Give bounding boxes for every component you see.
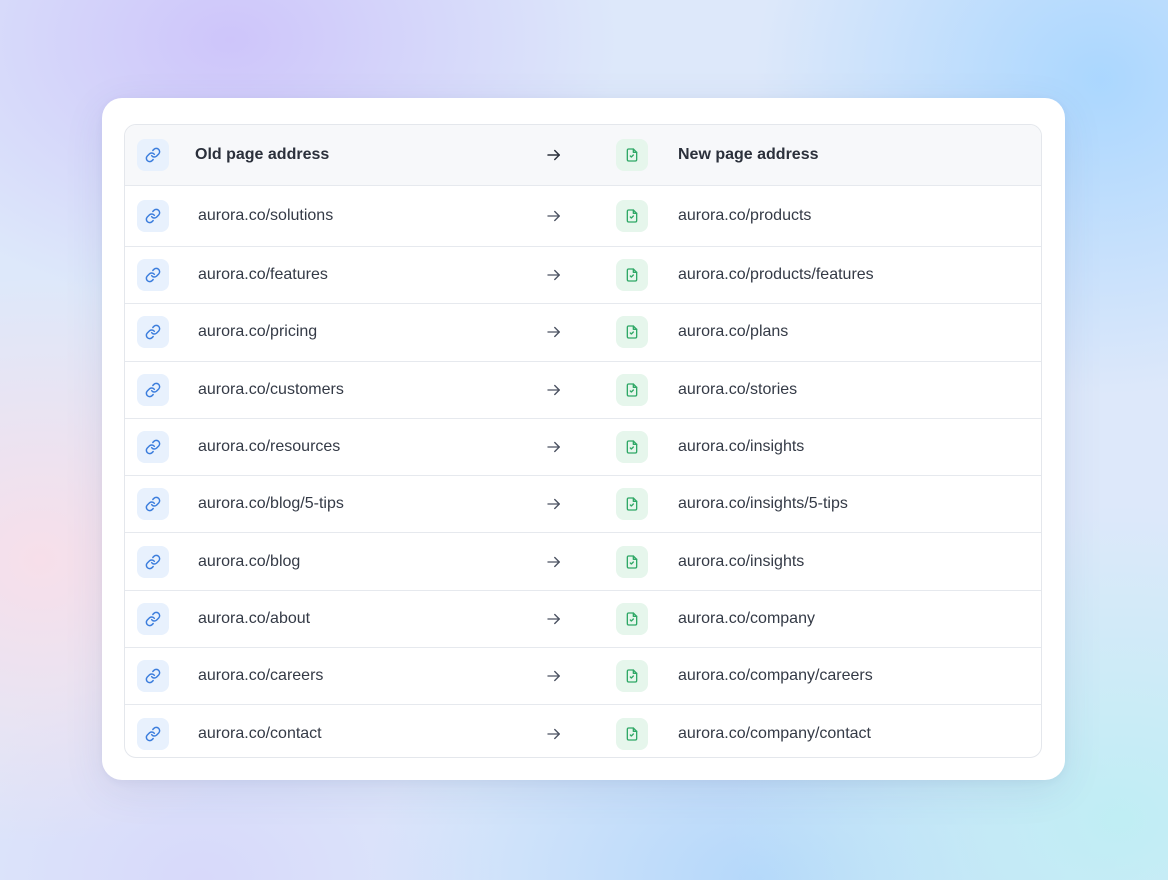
table-row[interactable]: aurora.co/contact aurora.co/company/cont…: [125, 705, 1041, 757]
link-icon: [137, 200, 169, 232]
header-old-address: Old page address: [195, 146, 330, 163]
header-new-address: New page address: [678, 146, 819, 163]
link-icon: [137, 139, 169, 171]
new-address: aurora.co/company/careers: [678, 667, 873, 685]
file-icon: [616, 718, 648, 751]
file-icon: [616, 139, 648, 171]
table-row[interactable]: aurora.co/customers aurora.co/stories: [125, 362, 1041, 419]
arrow-right-icon: [545, 323, 563, 341]
file-icon: [616, 545, 648, 578]
old-address: aurora.co/resources: [198, 438, 341, 456]
file-icon: [616, 316, 648, 349]
new-address: aurora.co/products/features: [678, 266, 874, 284]
link-icon: [137, 431, 169, 464]
link-icon: [137, 373, 169, 406]
table-row[interactable]: aurora.co/about aurora.co/company: [125, 591, 1041, 649]
link-icon: [137, 488, 169, 521]
new-address: aurora.co/insights/5-tips: [678, 495, 848, 513]
new-address: aurora.co/plans: [678, 323, 789, 341]
link-icon: [137, 602, 169, 635]
old-address: aurora.co/customers: [198, 380, 344, 398]
table-row[interactable]: aurora.co/solutions aurora.co/products: [125, 186, 1041, 247]
old-address: aurora.co/pricing: [198, 323, 318, 341]
arrow-right-icon: [545, 725, 563, 743]
file-icon: [616, 200, 648, 232]
link-icon: [137, 259, 169, 292]
table-row[interactable]: aurora.co/pricing aurora.co/plans: [125, 304, 1041, 362]
link-icon: [137, 660, 169, 693]
old-address: aurora.co/blog/5-tips: [198, 495, 344, 513]
table-row[interactable]: aurora.co/blog/5-tips aurora.co/insights…: [125, 476, 1041, 534]
new-address: aurora.co/company: [678, 609, 815, 627]
table-row[interactable]: aurora.co/resources aurora.co/insights: [125, 419, 1041, 477]
arrow-right-icon: [545, 146, 563, 164]
arrow-right-icon: [545, 266, 563, 284]
file-icon: [616, 431, 648, 464]
table-row[interactable]: aurora.co/blog aurora.co/insights: [125, 534, 1041, 591]
arrow-right-icon: [545, 381, 563, 399]
link-icon: [137, 545, 169, 578]
file-icon: [616, 373, 648, 406]
file-icon: [616, 602, 648, 635]
file-icon: [616, 660, 648, 693]
redirect-table: Old page address New page address aurora…: [124, 124, 1042, 758]
arrow-right-icon: [545, 495, 563, 513]
file-icon: [616, 259, 648, 292]
new-address: aurora.co/company/contact: [678, 725, 871, 743]
old-address: aurora.co/careers: [198, 667, 324, 685]
new-address: aurora.co/insights: [678, 552, 805, 570]
arrow-right-icon: [545, 553, 563, 571]
link-icon: [137, 718, 169, 751]
file-icon: [616, 488, 648, 521]
table-row[interactable]: aurora.co/careers aurora.co/company/care…: [125, 648, 1041, 706]
redirect-card: Old page address New page address aurora…: [102, 98, 1065, 780]
old-address: aurora.co/solutions: [198, 207, 334, 224]
arrow-right-icon: [545, 667, 563, 685]
arrow-right-icon: [545, 438, 563, 456]
table-row[interactable]: aurora.co/features aurora.co/products/fe…: [125, 247, 1041, 305]
arrow-right-icon: [545, 610, 563, 628]
arrow-right-icon: [545, 207, 563, 225]
new-address: aurora.co/products: [678, 207, 812, 224]
old-address: aurora.co/blog: [198, 552, 301, 570]
old-address: aurora.co/about: [198, 609, 311, 627]
table-header: Old page address New page address: [125, 125, 1041, 186]
link-icon: [137, 316, 169, 349]
new-address: aurora.co/insights: [678, 438, 805, 456]
old-address: aurora.co/contact: [198, 725, 322, 743]
old-address: aurora.co/features: [198, 266, 328, 284]
new-address: aurora.co/stories: [678, 380, 798, 398]
